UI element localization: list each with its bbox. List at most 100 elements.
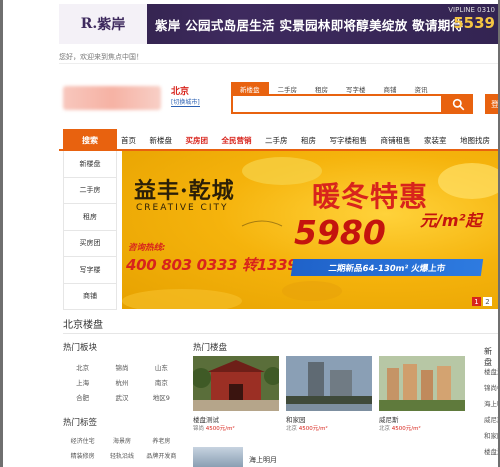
welcome-text: 您好，欢迎来到焦点中国！ <box>59 50 498 64</box>
new-list-title: 新盘 <box>484 347 492 367</box>
hot-tag-item[interactable]: 养老房 <box>142 436 181 445</box>
building-district: 锦尚 <box>193 426 205 432</box>
building-meta: 锦尚 4500元/m² <box>193 424 235 432</box>
nav-item-map[interactable]: 地图找房 <box>460 135 490 146</box>
banner-logo: R. 紫岸 <box>59 4 147 44</box>
nav-item-shops[interactable]: 商铺租售 <box>381 135 411 146</box>
hero-brand-en: CREATIVE CITY <box>136 203 229 213</box>
carousel-page-2[interactable]: 2 <box>483 297 492 306</box>
nav-item-group-buy[interactable]: 买房团 <box>186 135 209 146</box>
building-meta: 北京 4500元/m² <box>379 424 421 432</box>
new-list-item[interactable]: 威尼斯 <box>484 414 498 424</box>
carousel-pager: 1 2 <box>472 297 492 306</box>
nav-item-marketing[interactable]: 全民营销 <box>222 135 252 146</box>
new-list-item[interactable]: 锦尚中 <box>484 382 498 392</box>
hero-hotline-label: 咨询热线: <box>128 243 166 253</box>
hot-area-item[interactable]: 山东 <box>142 362 181 372</box>
banner-slogan: 紫岸 公园式岛居生活 实景园林即将醇美绽放 敬请期待 <box>155 17 464 33</box>
building-meta: 北京 4500元/m² <box>286 424 328 432</box>
nav-item-resale[interactable]: 二手房 <box>265 135 288 146</box>
category-office[interactable]: 写字楼 <box>63 257 117 284</box>
hero-ribbon: 二期新品64-130m² 火爆上市 <box>290 259 484 276</box>
new-list-item[interactable]: 楼盘测 <box>484 366 498 376</box>
nav-item-decor[interactable]: 家装室 <box>424 135 447 146</box>
banner-logo-text: 紫岸 <box>97 17 126 33</box>
hot-area-item[interactable]: 杭州 <box>102 377 141 387</box>
building-name[interactable]: 海上明月 <box>249 455 277 465</box>
hero-brand: 益丰·乾城 <box>134 178 235 204</box>
hot-area-item[interactable]: 地区9 <box>142 392 181 402</box>
top-banner-ad[interactable]: R. 紫岸 紫岸 公园式岛居生活 实景园林即将醇美绽放 敬请期待 VIPLINE… <box>59 4 498 44</box>
building-thumbnail[interactable] <box>379 356 465 411</box>
hot-tag-item[interactable]: 经济住宅 <box>63 436 102 445</box>
hot-area-item[interactable]: 合肥 <box>63 392 102 402</box>
banner-logo-mark: R. <box>80 16 98 32</box>
hot-area-item[interactable]: 武汉 <box>102 392 141 402</box>
nav-item-home[interactable]: 首页 <box>121 135 136 146</box>
carousel-page-1[interactable]: 1 <box>472 297 481 306</box>
nav-item-new-homes[interactable]: 新楼盘 <box>150 135 173 146</box>
search-tabs: 新楼盘 二手房 租房 写字楼 商铺 资讯 <box>231 82 437 94</box>
building-name[interactable]: 和家园 <box>286 414 306 424</box>
hot-tag-item[interactable]: 轻轨沿线 <box>102 451 141 460</box>
building-thumbnail[interactable] <box>193 447 243 467</box>
current-city: 北京 <box>171 87 190 97</box>
section-divider <box>63 333 498 334</box>
search-icon <box>452 98 464 110</box>
hero-carousel[interactable]: 益丰·乾城 CREATIVE CITY 咨询热线: 400 803 0333 转… <box>122 151 498 309</box>
search-input[interactable] <box>231 94 443 114</box>
hot-buildings-title: 热门楼盘 <box>193 343 228 353</box>
search-tab-shops[interactable]: 商铺 <box>375 82 406 94</box>
search-tab-resale[interactable]: 二手房 <box>269 82 307 94</box>
hero-unit: 元/m²起 <box>420 211 482 230</box>
building-name[interactable]: 威尼斯 <box>379 414 399 424</box>
hot-area-item[interactable]: 锦尚 <box>102 362 141 372</box>
nav-item-office[interactable]: 写字楼租售 <box>330 135 368 146</box>
new-list-item[interactable]: 海上明 <box>484 398 498 408</box>
hot-tag-item[interactable]: 品牌开发商 <box>142 451 181 460</box>
building-price: 4500元/m² <box>298 426 328 432</box>
category-shops[interactable]: 商铺 <box>63 283 117 310</box>
hero-price: 5980 <box>294 213 386 252</box>
hot-area-item[interactable]: 上海 <box>63 377 102 387</box>
category-resale[interactable]: 二手房 <box>63 177 117 204</box>
section-title: 北京楼盘 <box>63 320 103 331</box>
hero-hotline: 400 803 0333 转1339 <box>126 256 298 274</box>
banner-hotline: VIPLINE 0310 5539 <box>448 6 495 32</box>
search-tab-office[interactable]: 写字楼 <box>337 82 375 94</box>
building-thumbnail[interactable] <box>193 356 279 411</box>
site-logo[interactable] <box>63 86 161 110</box>
building-photo <box>379 356 465 411</box>
new-list-item[interactable]: 楼盘测 <box>484 446 498 456</box>
login-button[interactable]: 登 <box>485 94 498 114</box>
hot-tag-item[interactable]: 精装修房 <box>63 451 102 460</box>
banner-vip-label: VIPLINE 0310 <box>448 6 495 14</box>
hero-headline: 暖冬特惠 <box>312 180 429 213</box>
search-tab-news[interactable]: 资讯 <box>406 82 437 94</box>
search-button[interactable] <box>443 94 473 114</box>
building-thumbnail[interactable] <box>286 356 372 411</box>
category-rent[interactable]: 租房 <box>63 204 117 231</box>
category-sidebar: 新楼盘 二手房 租房 买房团 写字楼 商铺 <box>63 151 117 310</box>
hot-tag-item[interactable]: 海景房 <box>102 436 141 445</box>
building-photo <box>193 356 279 411</box>
hot-tags-title: 热门标签 <box>63 418 98 428</box>
nav-search-tab[interactable]: 搜索 <box>63 129 117 151</box>
nav-items: 首页 新楼盘 买房团 全民营销 二手房 租房 写字楼租售 商铺租售 家装室 地图… <box>121 129 498 151</box>
hot-area-item[interactable]: 南京 <box>142 377 181 387</box>
building-photo <box>286 356 372 411</box>
search-tab-rent[interactable]: 租房 <box>306 82 337 94</box>
nav-item-rent[interactable]: 租房 <box>301 135 316 146</box>
hot-tags-list: 经济住宅 海景房 养老房 精装修房 轻轨沿线 品牌开发商 <box>63 436 181 460</box>
category-group-buy[interactable]: 买房团 <box>63 230 117 257</box>
category-new-homes[interactable]: 新楼盘 <box>63 151 117 178</box>
hot-area-item[interactable]: 北京 <box>63 362 102 372</box>
building-name[interactable]: 楼盘测试 <box>193 414 219 424</box>
browser-frame: R. 紫岸 紫岸 公园式岛居生活 实景园林即将醇美绽放 敬请期待 VIPLINE… <box>0 0 500 467</box>
switch-city-link[interactable]: [切换城市] <box>171 97 200 107</box>
search-tab-new-homes[interactable]: 新楼盘 <box>231 82 269 94</box>
new-list-item[interactable]: 和家园 <box>484 430 498 440</box>
building-district: 北京 <box>379 426 391 432</box>
building-price: 4500元/m² <box>205 426 235 432</box>
building-district: 北京 <box>286 426 298 432</box>
